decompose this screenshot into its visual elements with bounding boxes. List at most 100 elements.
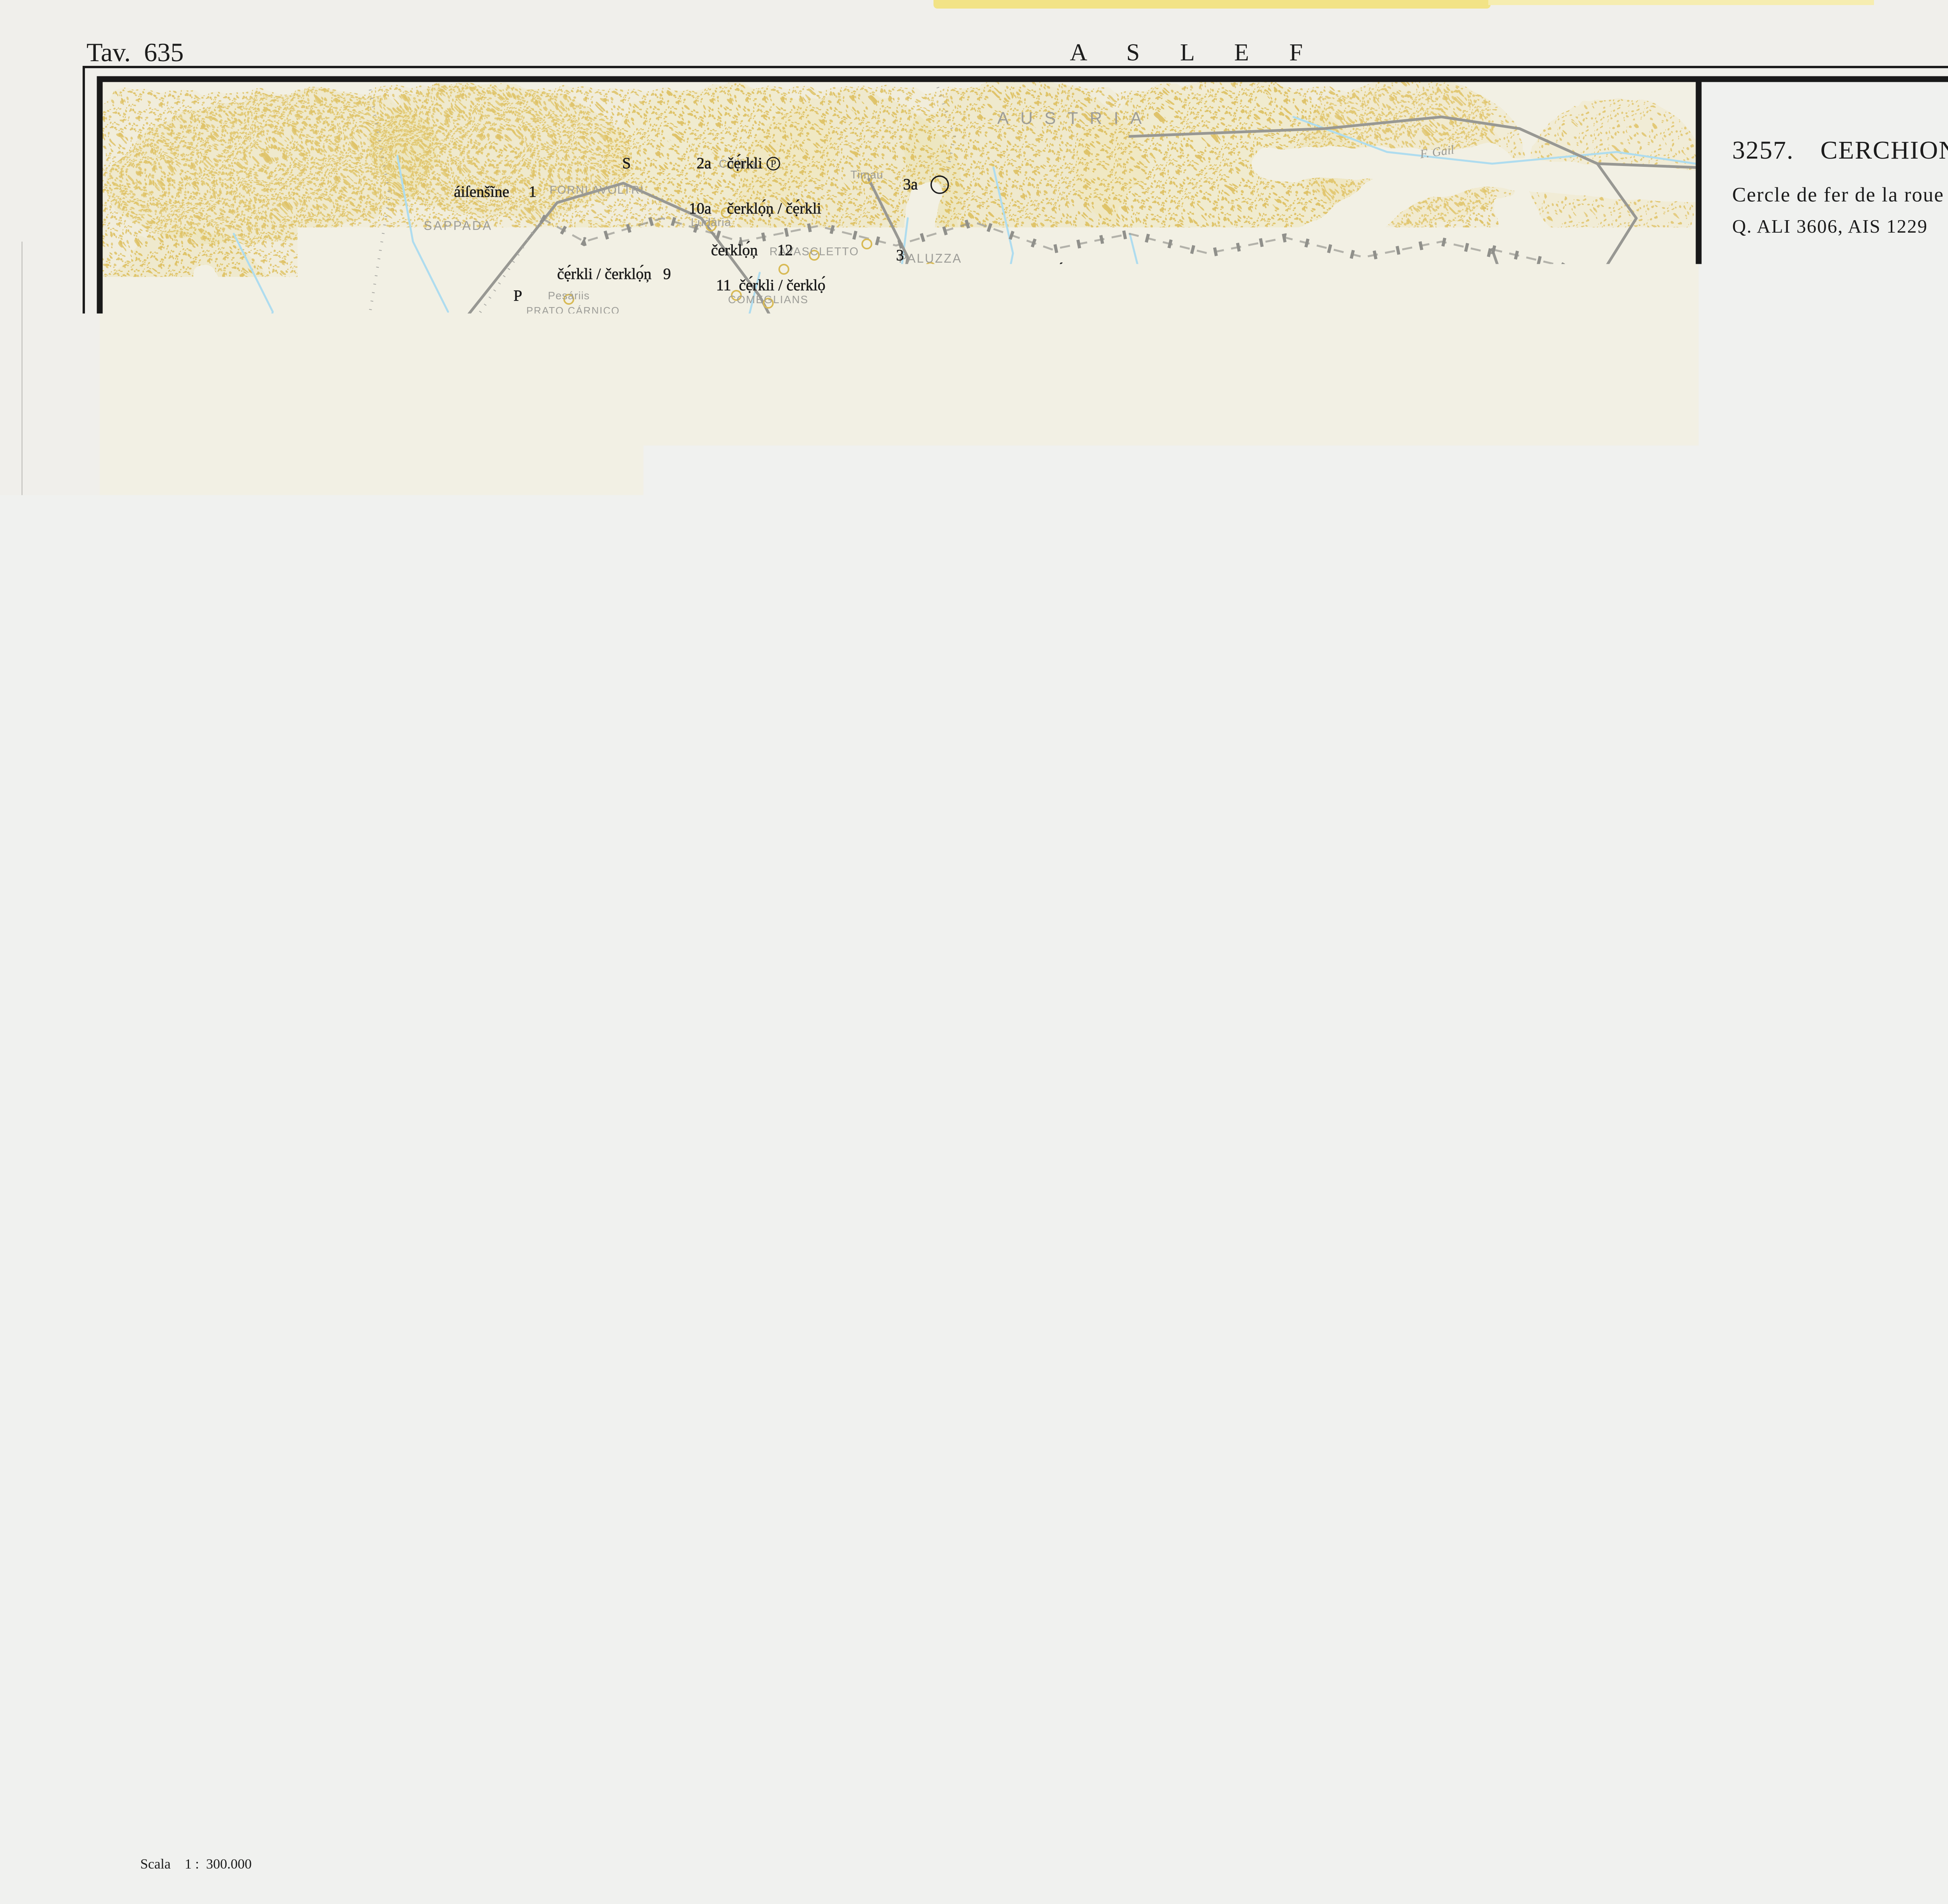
svg-text:60 čẹ́rkli: 60 čẹ́rkli (803, 816, 862, 833)
svg-text:P: P (1521, 880, 1530, 897)
svg-text:TOLMEZZO: TOLMEZZO (881, 471, 958, 485)
svg-text:čẹ́rkli 41: čẹ́rkli 41 (477, 599, 540, 616)
svg-text:čẹ́rkli 44a: čẹ́rkli 44a (894, 589, 964, 606)
svg-text:AL TAGLIAMENTO: AL TAGLIAMENTO (634, 1275, 731, 1287)
svg-text:159: 159 (540, 1266, 563, 1282)
svg-text:127 čẹ́rkli: 127 čẹ́rkli (1015, 1112, 1081, 1130)
svg-text:ÚDINE: ÚDINE (1099, 1056, 1152, 1072)
svg-text:162a sẹ́rkliś (pl.) ○: 162a sẹ́rkliś (pl.) ○ (800, 1283, 922, 1300)
svg-text:□: □ (1213, 1009, 1226, 1026)
svg-text:sẹ́rkli 22a: sẹ́rkli 22a (370, 413, 439, 431)
svg-text:214 serklọ́ņ: 214 serklọ́ņ (1350, 1485, 1427, 1503)
svg-text:AZZANO DÉCIMO: AZZANO DÉCIMO (508, 1338, 603, 1350)
svg-text:P: P (1401, 1144, 1406, 1155)
svg-text:RIVIGNANO: RIVIGNANO (870, 1358, 934, 1370)
svg-text:28 čerklọ́ņ: 28 čerklọ́ņ (796, 419, 866, 436)
svg-text:Orsária: Orsária (1286, 1066, 1321, 1077)
svg-text:Aonedis: Aonedis (836, 948, 872, 959)
svg-text:ϑẹ́rkele 107a: ϑẹ́rkele 107a (234, 1026, 322, 1044)
svg-text:18 čẹ́rkli: 18 čẹ́rkli (874, 296, 933, 313)
svg-text:Ciconicco: Ciconicco (935, 993, 979, 1003)
svg-text:MONTENARS: MONTENARS (1079, 721, 1148, 731)
svg-text:COMEGLIANS: COMEGLIANS (728, 293, 809, 306)
svg-text:23: 23 (491, 468, 518, 486)
svg-text:P: P (997, 1247, 1002, 1259)
svg-text:SAPPADA: SAPPADA (424, 219, 493, 233)
svg-text:AUSTRIA: AUSTRIA (997, 109, 1154, 128)
svg-text:Navaróns: Navaróns (592, 803, 637, 814)
svg-text:FORNI AVOLTRI: FORNI AVOLTRI (550, 184, 644, 196)
svg-text:čẹ́rkli 99: čẹ́rkli 99 (960, 918, 1023, 935)
svg-text:AMPEZZO: AMPEZZO (573, 465, 630, 477)
svg-text:101a čẹ́rkli: 101a čẹ́rkli (1096, 929, 1170, 946)
svg-text:šẹrkli: šẹrkli (1442, 1236, 1481, 1253)
svg-text:láma 78: láma 78 (606, 866, 663, 883)
svg-text:TRICESIMO: TRICESIMO (1038, 867, 1106, 879)
svg-text:P: P (1818, 1721, 1826, 1739)
svg-text:P: P (771, 158, 776, 170)
svg-text:122 láma: 122 láma (521, 1167, 587, 1184)
svg-text:Stolvizza: Stolvizza (1271, 548, 1313, 558)
svg-text:138: 138 (1516, 1236, 1551, 1253)
svg-text:20a: 20a (1093, 313, 1116, 330)
svg-text:92b: 92b (596, 946, 619, 962)
svg-text:P: P (513, 287, 522, 304)
svg-text:AVIANO: AVIANO (387, 1023, 432, 1035)
svg-text:čẹ́rkle 34a: čẹ́rkle 34a (1146, 545, 1219, 562)
svg-text:láma 161: láma 161 (653, 1239, 718, 1256)
svg-text:S: S (966, 402, 975, 420)
svg-text:100a čẹ́rkli: 100a čẹ́rkli (1019, 962, 1093, 979)
svg-text:Lavariano: Lavariano (1103, 1231, 1147, 1242)
svg-text:P: P (573, 945, 581, 963)
svg-text:PAULARO: PAULARO (963, 277, 1030, 291)
svg-text:láma 92a: láma 92a (554, 989, 619, 1007)
svg-text:FORNI DI SOTTO: FORNI DI SOTTO (453, 502, 549, 514)
svg-text:AL TAGLIAMENTO: AL TAGLIAMENTO (792, 848, 883, 858)
svg-text:čẹ́rkli / čerklọ́ņ 64: čẹ́rkli / čerklọ́ņ 64 (935, 735, 1056, 752)
svg-text:P: P (408, 695, 413, 706)
svg-text:zérkli di fi̯ár / zerklọ́ņ 19: zérkli di fi̯ár / zerklọ́ņ 193 (942, 1381, 1113, 1399)
svg-text:PORDENONE: PORDENONE (544, 1193, 641, 1208)
svg-text:P: P (476, 1379, 482, 1390)
svg-text:D'ASIO: D'ASIO (789, 782, 825, 793)
svg-text:Illégio: Illégio (915, 443, 946, 455)
svg-text:čẹ́rkli 65: čẹ́rkli 65 (997, 761, 1060, 779)
svg-text:CIMOLÀIS: CIMOLÀIS (255, 661, 314, 673)
svg-text:57a čẹ́rkli: 57a čẹ́rkli (589, 773, 655, 791)
svg-text:Ceresetto: Ceresetto (1018, 993, 1062, 1003)
svg-text:serklọ́ņ 150: serklọ́ņ 150 (1228, 1254, 1309, 1272)
svg-text:P: P (459, 1531, 464, 1542)
svg-text:46a čẹ́rkli: 46a čẹ́rkli (1158, 658, 1227, 675)
svg-text:S: S (1138, 457, 1146, 475)
svg-text:P: P (1485, 1240, 1491, 1251)
svg-text:75 láma: 75 láma (581, 844, 634, 862)
svg-text:P: P (783, 1555, 789, 1566)
svg-text:čẹ́rkli: čẹ́rkli (920, 827, 960, 844)
svg-text:TRIESTE: TRIESTE (1669, 1704, 1734, 1719)
svg-text:21a: 21a (1227, 454, 1250, 471)
svg-text:P: P (1022, 1035, 1027, 1046)
svg-text:čẹ́rkli / čerklọ́ņ 9: čẹ́rkli / čerklọ́ņ 9 (557, 265, 671, 283)
svg-text:Timau: Timau (850, 169, 884, 181)
svg-text:P: P (964, 830, 969, 842)
svg-text:PALUZZA: PALUZZA (899, 251, 962, 265)
svg-text:Malisana: Malisana (1117, 1460, 1158, 1470)
svg-text:P: P (591, 1171, 596, 1182)
svg-text:láma 93: láma 93 (708, 932, 766, 950)
svg-text:AQUILÉIA: AQUILÉIA (1236, 1541, 1289, 1553)
svg-text:Lovea: Lovea (941, 352, 972, 364)
svg-text:San Odorico: San Odorico (753, 1052, 810, 1063)
svg-text:čerklọ́ņ 35: čerklọ́ņ 35 (637, 489, 711, 507)
svg-text:sẹ́rkli: sẹ́rkli (974, 1466, 1013, 1484)
svg-text:CARLINO: CARLINO (1030, 1483, 1081, 1495)
svg-text:láma 174: láma 174 (679, 1356, 745, 1374)
svg-text:CLAUZETTO: CLAUZETTO (657, 767, 722, 778)
svg-text:láma: láma (420, 1527, 454, 1544)
svg-text:MANZANO: MANZANO (1236, 1172, 1292, 1183)
svg-text:TRAMONTI DI SOTTO: TRAMONTI DI SOTTO (581, 678, 697, 690)
svg-text:SÁURIS: SÁURIS (480, 389, 526, 401)
svg-text:CORDOVADO: CORDOVADO (675, 1398, 748, 1409)
svg-text:MUGGIA: MUGGIA (1762, 1817, 1808, 1828)
svg-text:139a: 139a (252, 1230, 294, 1247)
svg-text:83: 83 (1112, 853, 1128, 869)
